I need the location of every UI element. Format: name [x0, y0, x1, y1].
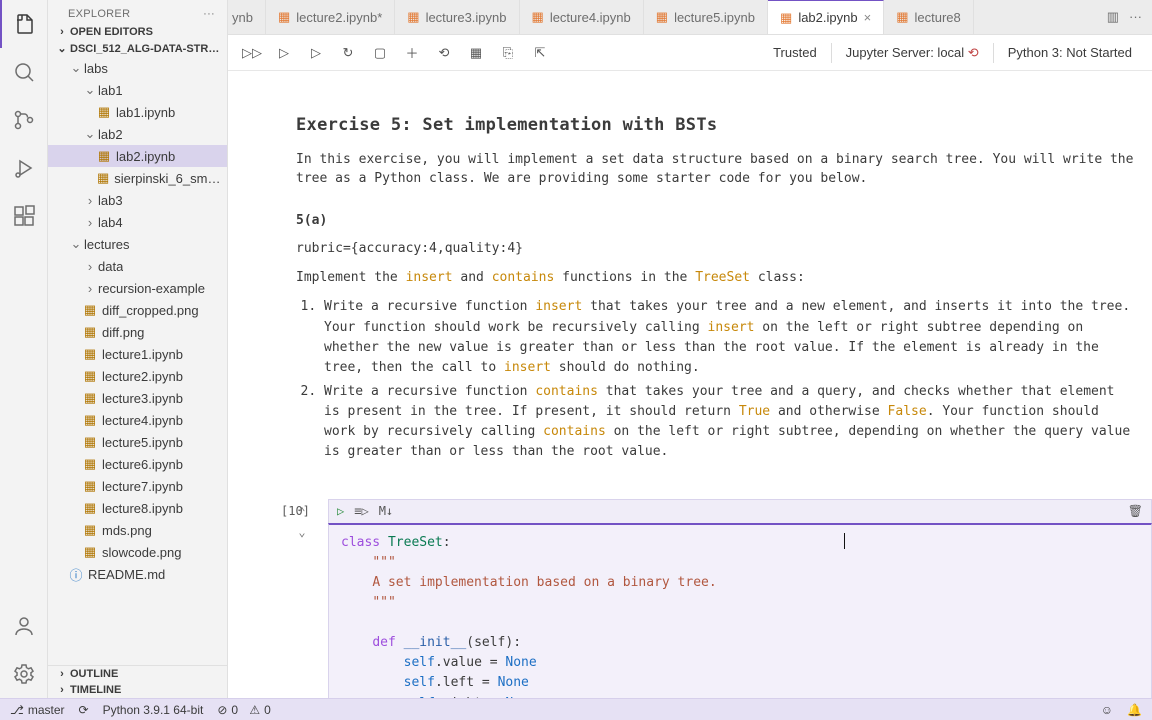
python-interpreter[interactable]: Python 3.9.1 64-bit: [103, 703, 204, 717]
instruction-2: Write a recursive function contains that…: [324, 382, 1136, 463]
notebook-body[interactable]: Exercise 5: Set implementation with BSTs…: [228, 71, 1152, 698]
instruction-1: Write a recursive function insert that t…: [324, 297, 1136, 378]
file-readme[interactable]: ⓘREADME.md: [48, 563, 227, 585]
delete-cell-icon[interactable]: 🗑: [1128, 504, 1143, 518]
markdown-cell[interactable]: Exercise 5: Set implementation with BSTs…: [276, 95, 1152, 487]
activity-accounts-icon[interactable]: [0, 602, 48, 650]
warning-icon: ⚠: [249, 703, 260, 717]
run-below-icon[interactable]: ▷: [302, 39, 330, 67]
code-cell[interactable]: ⌃ ⌄ [10] ▷ ≡▷ M↓ 🗑 class TreeSet: """ A …: [276, 499, 1152, 699]
tab-lecture3[interactable]: ▦lecture3.ipynb: [395, 0, 519, 34]
activity-settings-icon[interactable]: [0, 650, 48, 698]
file-lecture5[interactable]: ▦lecture5.ipynb: [48, 431, 227, 453]
file-lecture8[interactable]: ▦lecture8.ipynb: [48, 497, 227, 519]
activity-explorer-icon[interactable]: [0, 0, 48, 48]
file-lecture7[interactable]: ▦lecture7.ipynb: [48, 475, 227, 497]
file-tree: ⌄labs ⌄lab1 ▦lab1.ipynb ⌄lab2 ▦lab2.ipyn…: [48, 57, 227, 665]
interrupt-icon[interactable]: ▢: [366, 39, 394, 67]
activity-source-control-icon[interactable]: [0, 96, 48, 144]
activity-search-icon[interactable]: [0, 48, 48, 96]
implement-paragraph: Implement the insert and contains functi…: [296, 269, 1136, 288]
run-above-icon[interactable]: ▷: [270, 39, 298, 67]
file-diff[interactable]: ▦diff.png: [48, 321, 227, 343]
file-sierpinski[interactable]: ▦sierpinski_6_smalle…: [48, 167, 227, 189]
status-bar: ⎇master ⟳ Python 3.9.1 64-bit ⊘0 ⚠0 ☺ 🔔: [0, 698, 1152, 720]
branch-icon: ⎇: [10, 703, 24, 717]
cell-toolbar: [10] ▷ ≡▷ M↓ 🗑: [328, 499, 1152, 523]
tab-more-icon[interactable]: ···: [1129, 9, 1142, 25]
tab-lab2-active[interactable]: ▦lab2.ipynb×: [768, 0, 884, 34]
section-open-editors[interactable]: ›OPEN EDITORS: [48, 24, 227, 40]
file-diff-cropped[interactable]: ▦diff_cropped.png: [48, 299, 227, 321]
feedback-icon[interactable]: ☺: [1101, 703, 1113, 717]
split-editor-icon[interactable]: ▥: [1107, 9, 1119, 25]
kernel-status[interactable]: Python 3: Not Started: [998, 45, 1142, 60]
instruction-list: Write a recursive function insert that t…: [296, 297, 1136, 462]
code-editor[interactable]: class TreeSet: """ A set implementation …: [328, 523, 1152, 699]
file-lab1-ipynb[interactable]: ▦lab1.ipynb: [48, 101, 227, 123]
section-root-folder[interactable]: ⌄DSCI_512_ALG-DATA-STR…: [48, 40, 227, 57]
sync-icon[interactable]: ⟳: [79, 703, 89, 717]
run-by-line-icon[interactable]: ≡▷: [354, 504, 368, 518]
folder-lab1[interactable]: ⌄lab1: [48, 79, 227, 101]
file-mds[interactable]: ▦mds.png: [48, 519, 227, 541]
folder-labs[interactable]: ⌄labs: [48, 57, 227, 79]
trusted-status[interactable]: Trusted: [763, 45, 827, 60]
git-branch[interactable]: ⎇master: [10, 703, 65, 717]
tab-lecture5[interactable]: ▦lecture5.ipynb: [644, 0, 768, 34]
rubric-text: rubric={accuracy:4,quality:4}: [296, 240, 1136, 259]
subheading-5a: 5(a): [296, 213, 1136, 228]
tab-lecture8[interactable]: ▦lecture8: [884, 0, 974, 34]
activity-bar: [0, 0, 48, 698]
folder-lectures[interactable]: ⌄lectures: [48, 233, 227, 255]
execution-count: [10]: [281, 504, 310, 518]
file-lecture2[interactable]: ▦lecture2.ipynb: [48, 365, 227, 387]
jupyter-server-status[interactable]: Jupyter Server: local ⟲: [836, 45, 989, 61]
file-slowcode[interactable]: ▦slowcode.png: [48, 541, 227, 563]
tab-partial[interactable]: ynb: [228, 0, 266, 34]
error-icon: ⊘: [217, 703, 227, 717]
tab-lecture2[interactable]: ▦lecture2.ipynb*: [266, 0, 395, 34]
tab-lecture4[interactable]: ▦lecture4.ipynb: [520, 0, 644, 34]
folder-lab2[interactable]: ⌄lab2: [48, 123, 227, 145]
sidebar-title: EXPLORER: [68, 8, 130, 20]
exercise-intro: In this exercise, you will implement a s…: [296, 151, 1136, 189]
file-lab2-ipynb[interactable]: ▦lab2.ipynb: [48, 145, 227, 167]
notifications-icon[interactable]: 🔔: [1127, 703, 1142, 717]
folder-recursion-example[interactable]: ›recursion-example: [48, 277, 227, 299]
notebook-toolbar: ▷▷ ▷ ▷ ↻ ▢ ＋ ⟲ ▦ ⎘ ⇱ Trusted Jupyter Ser…: [228, 35, 1152, 71]
sidebar-more-icon[interactable]: ···: [203, 8, 215, 20]
cell-type-markdown[interactable]: M↓: [379, 504, 393, 518]
variables-icon[interactable]: ▦: [462, 39, 490, 67]
clear-outputs-icon[interactable]: ⟲: [430, 39, 458, 67]
folder-data[interactable]: ›data: [48, 255, 227, 277]
folder-lab3[interactable]: ›lab3: [48, 189, 227, 211]
activity-extensions-icon[interactable]: [0, 192, 48, 240]
save-icon[interactable]: ⎘: [494, 39, 522, 67]
activity-run-debug-icon[interactable]: [0, 144, 48, 192]
section-timeline[interactable]: ›TIMELINE: [48, 682, 227, 698]
export-icon[interactable]: ⇱: [526, 39, 554, 67]
file-lecture1[interactable]: ▦lecture1.ipynb: [48, 343, 227, 365]
problems-count[interactable]: ⊘0 ⚠0: [217, 703, 271, 717]
explorer-sidebar: EXPLORER ··· ›OPEN EDITORS ⌄DSCI_512_ALG…: [48, 0, 228, 698]
close-icon[interactable]: ×: [864, 10, 872, 25]
add-cell-icon[interactable]: ＋: [398, 39, 426, 67]
text-cursor: [844, 533, 845, 549]
run-cell-icon[interactable]: ▷: [337, 504, 344, 518]
move-cell-down-icon[interactable]: ⌄: [298, 525, 305, 539]
file-lecture3[interactable]: ▦lecture3.ipynb: [48, 387, 227, 409]
file-lecture6[interactable]: ▦lecture6.ipynb: [48, 453, 227, 475]
run-all-icon[interactable]: ▷▷: [238, 39, 266, 67]
file-lecture4[interactable]: ▦lecture4.ipynb: [48, 409, 227, 431]
tab-bar: ynb ▦lecture2.ipynb* ▦lecture3.ipynb ▦le…: [228, 0, 1152, 35]
restart-icon[interactable]: ↻: [334, 39, 362, 67]
section-outline[interactable]: ›OUTLINE: [48, 666, 227, 682]
exercise-heading: Exercise 5: Set implementation with BSTs: [296, 115, 1136, 135]
folder-lab4[interactable]: ›lab4: [48, 211, 227, 233]
